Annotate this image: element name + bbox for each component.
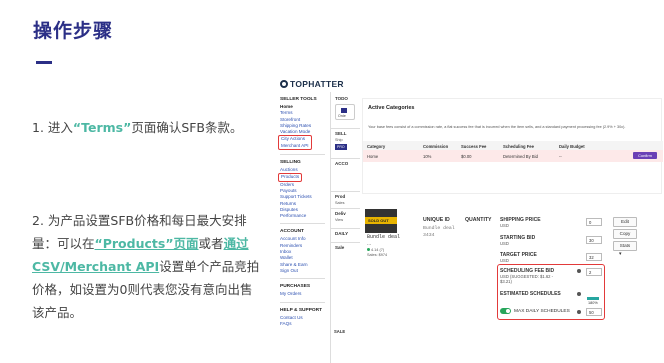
cell-scheduling-fee: Determined By Bid xyxy=(503,154,538,159)
todo-section-sell: SELL xyxy=(331,128,360,136)
categories-title: Active Categories xyxy=(368,105,415,111)
todo-section-sale: Sale xyxy=(331,242,360,250)
starting-bid-input[interactable]: 30 xyxy=(586,236,602,244)
todo-pro-button[interactable]: PRO xyxy=(335,144,347,150)
todo-label: TODO xyxy=(335,96,348,101)
todo-small-ship: Ship xyxy=(335,138,343,142)
cell-commission: 10% xyxy=(423,154,432,159)
todo-section-daily: DAILY xyxy=(331,228,360,236)
step-1-terms-highlight: “Terms” xyxy=(72,120,132,135)
copy-button[interactable]: Copy xyxy=(613,229,637,239)
sidebar-divider xyxy=(280,301,325,303)
sidebar-divider xyxy=(280,154,325,156)
step-2-products-highlight: “Products”页面 xyxy=(94,236,199,251)
sidebar-item-faqs[interactable]: FAQs xyxy=(280,321,330,327)
cell-success-fee: $0.00 xyxy=(461,154,472,159)
sidebar-head-selling: SELLING xyxy=(280,160,301,166)
max-daily-label: MAX DAILY SCHEDULES xyxy=(514,309,570,314)
step-1-pre: 1. 进入 xyxy=(32,120,73,135)
sidebar-item-sign-out[interactable]: Sign Out xyxy=(280,268,330,274)
cell-daily-budget: -- xyxy=(559,154,562,159)
sold-out-badge: SOLD OUT xyxy=(368,218,389,223)
cell-category: Home xyxy=(367,154,379,159)
shipping-price-block: SHIPPING PRICE USD xyxy=(500,217,541,228)
info-icon[interactable] xyxy=(577,292,581,296)
todo-card-orders[interactable]: Orde xyxy=(335,104,355,120)
info-icon[interactable] xyxy=(577,269,581,273)
product-name: Bundle deal xyxy=(367,234,401,240)
title-underline xyxy=(36,61,52,64)
step-2-mid: 或者 xyxy=(198,236,224,251)
todo-small-sales: Sales xyxy=(335,201,345,205)
unique-id-header: UNIQUE ID xyxy=(423,217,450,223)
sidebar-item-performance[interactable]: Performance xyxy=(280,213,330,219)
chevron-down-icon[interactable]: ▾ xyxy=(619,251,622,257)
shipping-price-input[interactable]: 0 xyxy=(586,218,602,226)
todo-section-products: Prod xyxy=(331,191,360,199)
tophatter-logo: TOPHATTER xyxy=(280,79,344,89)
annotation-box-api: City Actions Merchant API xyxy=(278,135,312,151)
header-daily-budget: Daily Budget xyxy=(559,143,585,149)
todo-section-account: ACCO xyxy=(331,158,360,166)
sidebar-item-merchant-api[interactable]: Merchant API xyxy=(281,143,309,149)
max-daily-toggle[interactable] xyxy=(500,308,511,314)
sidebar-item-products[interactable]: Products xyxy=(281,174,299,180)
active-categories-panel: Active Categories Your base fees consist… xyxy=(362,98,663,194)
table-row: Home 10% $0.00 Determined By Bid -- Conf… xyxy=(363,150,663,162)
sidebar-head-help: HELP & SUPPORT xyxy=(280,307,323,313)
slide-title: 操作步骤 xyxy=(33,20,114,42)
product-meta: 4.14 (7) Sales: $974 xyxy=(367,248,388,257)
header-commission: Commission xyxy=(423,143,449,149)
categories-table-header: Category Commission Success Fee Scheduli… xyxy=(363,141,663,150)
scheduling-fee-bid-block: SCHEDULING FEE BID USD (SUGGESTED: $1.62… xyxy=(500,268,555,284)
stats-button[interactable]: Stats xyxy=(613,241,637,251)
step-2-text: 2. 为产品设置SFB价格和每日最大安排量：可以在“Products”页面或者通… xyxy=(32,209,262,324)
more-icon[interactable]: ... xyxy=(367,241,371,247)
seller-dashboard-screenshot: TOPHATTER SELLER TOOLS Home Terms Storef… xyxy=(275,76,664,363)
confirm-button[interactable]: Confirm xyxy=(632,152,657,159)
todo-section-delivery: Deliv xyxy=(331,208,360,216)
box-icon xyxy=(341,108,347,113)
info-icon[interactable] xyxy=(577,310,581,314)
step-1-post: 页面确认SFB条款。 xyxy=(131,120,243,135)
sidebar-divider xyxy=(280,278,325,280)
estimated-schedules-block: ESTIMATED SCHEDULES xyxy=(500,291,561,297)
starting-bid-block: STARTING BID USD xyxy=(500,235,536,246)
categories-description: Your base fees consist of a commission r… xyxy=(368,125,626,129)
sidebar-head-seller-tools: SELLER TOOLS xyxy=(280,97,317,102)
logo-ring-icon xyxy=(280,80,288,88)
sidebar-head-purchases: PURCHASES xyxy=(280,284,311,290)
todo-section-sales: SALE xyxy=(334,329,346,334)
estimated-schedules-pct: 180% xyxy=(588,301,598,305)
estimated-schedules-progress xyxy=(587,297,599,300)
scheduling-fee-bid-input[interactable]: 2 xyxy=(586,268,602,276)
max-daily-input[interactable]: 50 xyxy=(586,308,602,316)
sidebar-item-my-orders[interactable]: My Orders xyxy=(280,291,330,297)
sidebar-divider xyxy=(280,223,325,225)
header-category: Category xyxy=(367,143,386,149)
header-scheduling-fee: Scheduling Fee xyxy=(503,143,534,149)
seller-sidebar: SELLER TOOLS Home Terms Storefront Shipp… xyxy=(278,92,330,327)
target-price-block: TARGET PRICE USD xyxy=(500,252,537,263)
annotation-box-products: Products xyxy=(278,173,303,182)
product-thumbnail[interactable]: SOLD OUT xyxy=(365,209,397,233)
sidebar-head-account: ACCOUNT xyxy=(280,229,304,235)
todo-column: TODO Orde SELL Ship PRO ACCO Prod Sales … xyxy=(330,92,360,363)
step-1-text: 1. 进入“Terms”页面确认SFB条款。 xyxy=(32,116,243,139)
sidebar-item-city-actions[interactable]: City Actions xyxy=(281,136,309,142)
todo-small-view: View xyxy=(335,218,344,222)
edit-button[interactable]: Edit xyxy=(613,217,637,227)
quantity-header: QUANTITY xyxy=(465,217,492,223)
header-success-fee: Success Fee xyxy=(461,143,487,149)
unique-id-value: Bundle deal 3434 xyxy=(423,226,455,238)
rating-dot-icon xyxy=(367,248,370,251)
target-price-input[interactable]: 32 xyxy=(586,253,602,261)
